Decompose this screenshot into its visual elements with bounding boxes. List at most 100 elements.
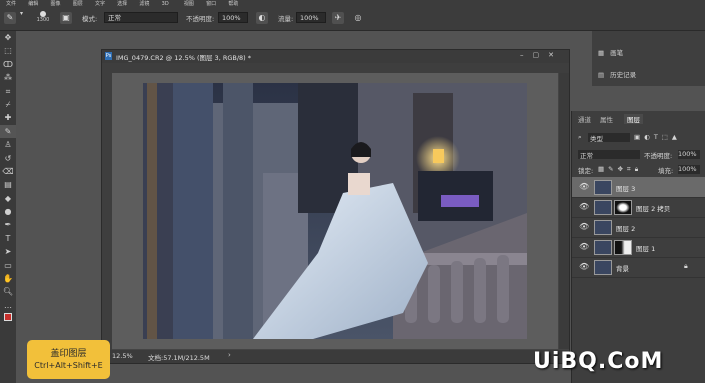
layer-name: 图层 3 [616,185,636,193]
gradient-tool-icon[interactable]: ▤ [0,178,16,191]
menu-window[interactable]: 窗口 [206,0,220,8]
history-panel-item[interactable]: ▤ 历史记录 [598,69,636,79]
flow-input[interactable]: 100% [296,12,326,23]
shape-tool-icon[interactable]: ▭ [0,259,16,272]
flow-label: 流量: [278,15,294,23]
status-arrow-icon[interactable]: › [228,351,231,359]
brush-preset-picker[interactable]: 1300 [34,10,52,26]
brush-panel-label: 画笔 [610,49,624,57]
layer-opacity-input[interactable]: 100% [678,150,700,159]
brush-tool-icon[interactable]: ✎ [0,124,16,139]
collapsed-panels: ▦ 画笔 ▤ 历史记录 [592,31,705,86]
blur-tool-icon[interactable]: ◆ [0,192,16,205]
brush-panel-item[interactable]: ▦ 画笔 [598,47,623,57]
mode-select[interactable]: 正常 [104,12,178,23]
fill-label: 填充: [658,167,674,175]
menu-view[interactable]: 视图 [184,0,198,8]
lock-icons[interactable]: ▦✎✥⌗🔒︎ [598,165,642,174]
watermark-logo: UiBQ.CoM [533,349,664,374]
shortcut-tooltip: 盖印图层 Ctrl+Alt+Shift+E [27,340,110,379]
layer-thumbnail [594,240,612,255]
zoom-level[interactable]: 12.5% [112,352,133,360]
clone-stamp-icon[interactable]: ♙ [0,138,16,151]
filter-icons[interactable]: ▣◐T⬚▲ [634,133,681,141]
layer-row[interactable]: 👁︎ 图层 2 拷贝 [572,197,705,218]
zoom-tool-icon[interactable]: 🔍︎ [0,285,16,298]
move-tool-icon[interactable]: ✥ [0,31,16,44]
eye-icon[interactable]: 👁︎ [579,242,589,251]
path-selection-icon[interactable]: ➤ [0,245,16,258]
layer-thumbnail [594,200,612,215]
pen-tool-icon[interactable]: ✒ [0,218,16,231]
chevron-down-icon[interactable]: ▾ [20,10,23,17]
lasso-tool-icon[interactable]: ↀ [0,58,16,71]
options-bar: ✎ ▾ 1300 ▣ 模式: 正常 不透明度: 100% ◐ 流量: 100% … [0,8,705,31]
hand-tool-icon[interactable]: ✋ [0,272,16,285]
layer-row[interactable]: 👁︎ 背景 🔒︎ [572,257,705,278]
menu-layer[interactable]: 图层 [73,0,87,8]
tooltip-title: 盖印图层 [50,349,87,359]
menu-select[interactable]: 选择 [117,0,131,8]
tab-layers[interactable]: 图层 [624,114,643,124]
layer-row[interactable]: 👁︎ 图层 2 [572,217,705,238]
tab-channels[interactable]: 通道 [578,114,591,124]
type-tool-icon[interactable]: T [0,232,16,245]
layer-thumbnail [594,180,612,195]
brush-panel-icon: ▦ [598,49,605,57]
layer-thumbnail [594,220,612,235]
color-swatches[interactable] [0,312,16,325]
brush-panel-icon[interactable]: ▣ [60,12,72,24]
tab-properties[interactable]: 属性 [600,114,613,124]
canvas-image[interactable] [143,83,527,339]
eye-icon[interactable]: 👁︎ [579,202,589,211]
layers-panel: 通道 属性 图层 ⌕ 类型 ▣◐T⬚▲ 正常 不透明度: 100% 锁定: ▦✎… [571,111,705,383]
wedding-photo-illustration [143,83,527,339]
pressure-size-icon[interactable]: ◎ [352,12,364,24]
menu-3d[interactable]: 3D [162,0,176,8]
layer-row[interactable]: 👁︎ 图层 1 [572,237,705,258]
layer-mask-thumbnail[interactable] [614,200,632,215]
document-tab[interactable]: Ps IMG_0479.CR2 @ 12.5% (图层 3, RGB/8) * … [102,50,569,64]
opacity-label: 不透明度: [644,152,673,160]
brush-tool-icon[interactable]: ✎ [4,12,16,24]
menu-filter[interactable]: 滤镜 [139,0,153,8]
menu-image[interactable]: 图像 [50,0,64,8]
marquee-tool-icon[interactable]: ⬚ [0,44,16,57]
crop-tool-icon[interactable]: ⌗ [0,85,16,98]
mode-label: 模式: [82,15,98,23]
layer-name: 图层 1 [636,245,656,253]
history-panel-label: 历史记录 [610,71,637,79]
eraser-icon[interactable]: ⌫ [0,165,16,178]
lock-label: 锁定: [578,167,594,175]
eye-icon[interactable]: 👁︎ [579,182,589,191]
layer-thumbnail [594,260,612,275]
vertical-scrollbar[interactable] [559,73,569,349]
fill-input[interactable]: 100% [678,165,700,174]
healing-brush-icon[interactable]: ✚ [0,111,16,124]
history-brush-icon[interactable]: ↺ [0,152,16,165]
menu-bar: 文件 编辑 图像 图层 文字 选择 滤镜 3D 视图 窗口 帮助 [0,0,705,8]
layer-name: 图层 2 [616,225,636,233]
kind-select[interactable]: 类型 [588,133,630,143]
window-controls[interactable]: –▢✕ [520,51,563,59]
eye-icon[interactable]: 👁︎ [579,222,589,231]
menu-file[interactable]: 文件 [6,0,20,8]
status-bar: 12.5% 文档:57.1M/212.5M › [102,350,569,363]
menu-help[interactable]: 帮助 [228,0,242,8]
blend-mode-select[interactable]: 正常 [578,150,640,160]
airbrush-icon[interactable]: ✈ [332,12,344,24]
layer-mask-thumbnail[interactable] [614,240,632,255]
dodge-tool-icon[interactable]: ● [0,205,16,218]
ruler-top [112,63,569,73]
eyedropper-icon[interactable]: ⌿ [0,98,16,111]
document-size: 文档:57.1M/212.5M [148,354,210,362]
lock-row: 锁定: ▦✎✥⌗🔒︎ 填充: 100% [572,165,705,175]
opacity-input[interactable]: 100% [218,12,248,23]
layer-row[interactable]: 👁︎ 图层 3 [572,177,705,198]
pressure-opacity-icon[interactable]: ◐ [256,12,268,24]
menu-type[interactable]: 文字 [95,0,109,8]
menu-edit[interactable]: 编辑 [28,0,42,8]
magic-wand-icon[interactable]: ⁂ [0,71,16,84]
more-tools-icon[interactable]: … [0,299,16,312]
eye-icon[interactable]: 👁︎ [579,262,589,271]
